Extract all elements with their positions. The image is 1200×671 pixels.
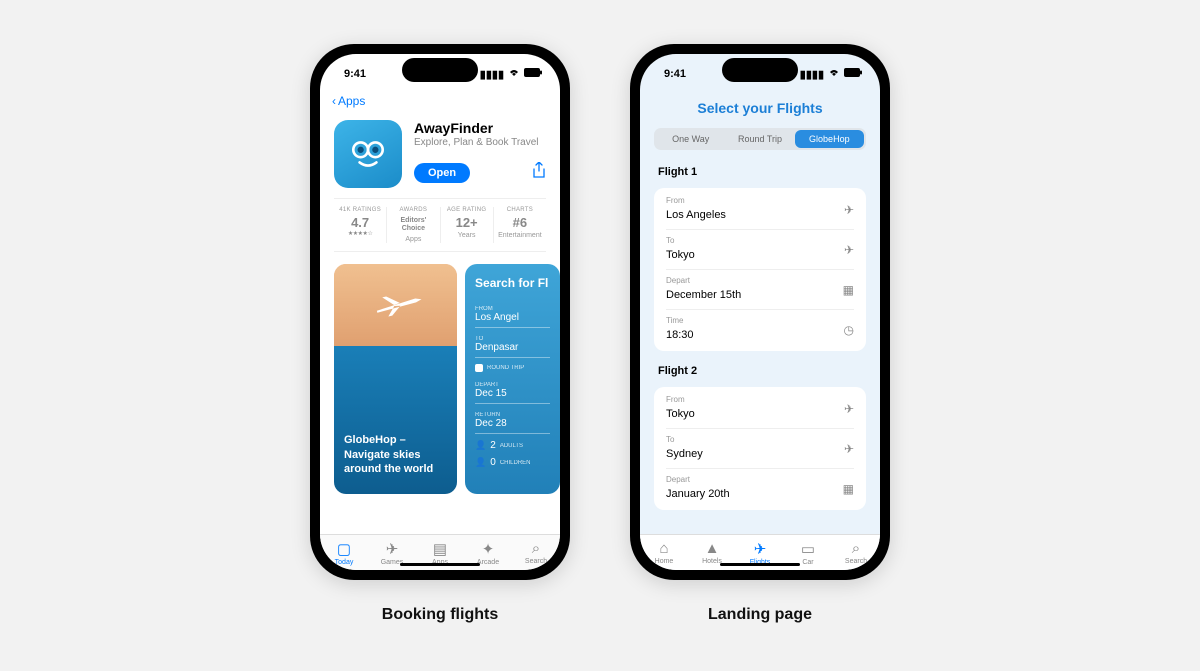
phone-appstore: 9:41 ▮▮▮▮ ‹ Apps AwayFinder Explore, Pla… (310, 44, 570, 580)
home-indicator[interactable] (400, 563, 480, 566)
back-label: Apps (338, 94, 365, 108)
app-name: AwayFinder (414, 120, 546, 136)
flight2-to[interactable]: ToSydney✈ (666, 429, 854, 469)
home-indicator[interactable] (720, 563, 800, 566)
status-icons: ▮▮▮▮ (800, 68, 862, 81)
open-button[interactable]: Open (414, 163, 470, 183)
notch (722, 58, 798, 82)
arcade-icon: ✦ (464, 540, 512, 558)
plane-depart-icon: ✈ (844, 203, 854, 217)
stat-awards[interactable]: AWARDS Editors' Choice Apps (387, 207, 440, 243)
flights-icon: ✈ (736, 540, 784, 558)
apps-icon: ▤ (416, 540, 464, 558)
status-time: 9:41 (344, 68, 366, 80)
battery-icon (524, 68, 542, 80)
share-icon[interactable] (532, 162, 546, 183)
flight1-to[interactable]: ToTokyo✈ (666, 230, 854, 270)
wifi-icon (828, 68, 840, 81)
app-subtitle: Explore, Plan & Book Travel (414, 137, 546, 148)
search-icon: ⌕ (512, 540, 560, 557)
seg-roundtrip[interactable]: Round Trip (725, 130, 794, 148)
calendar-icon: ▦ (843, 482, 854, 496)
flight1-time[interactable]: Time18:30◷ (666, 310, 854, 349)
wifi-icon (508, 68, 520, 81)
flight1-card: FromLos Angeles✈ ToTokyo✈ DepartDecember… (654, 188, 866, 351)
signal-icon: ▮▮▮▮ (480, 68, 504, 81)
flight2-from[interactable]: FromTokyo✈ (666, 389, 854, 429)
plane-arrive-icon: ✈ (844, 243, 854, 257)
person-icon: 👤 (475, 457, 486, 468)
notch (402, 58, 478, 82)
page-title: Select your Flights (640, 94, 880, 128)
flight1-depart[interactable]: DepartDecember 15th▦ (666, 270, 854, 310)
tab-search[interactable]: ⌕Search (512, 535, 560, 570)
clock-icon: ◷ (844, 323, 854, 337)
flight2-card: FromTokyo✈ ToSydney✈ DepartJanuary 20th▦ (654, 387, 866, 510)
app-header: AwayFinder Explore, Plan & Book Travel O… (320, 114, 560, 198)
check-icon (475, 364, 483, 372)
flight2-label: Flight 2 (640, 359, 880, 383)
hotel-icon: ▲ (688, 540, 736, 557)
flight2-depart[interactable]: DepartJanuary 20th▦ (666, 469, 854, 508)
tab-home[interactable]: ⌂Home (640, 535, 688, 570)
today-icon: ▢ (320, 540, 368, 558)
car-icon: ▭ (784, 540, 832, 558)
person-icon: 👤 (475, 440, 486, 451)
caption-right: Landing page (708, 606, 812, 624)
plane-depart-icon: ✈ (844, 402, 854, 416)
home-icon: ⌂ (640, 540, 688, 557)
segment-control: One Way Round Trip GlobeHop (654, 128, 866, 150)
caption-left: Booking flights (382, 606, 498, 624)
seg-globehop[interactable]: GlobeHop (795, 130, 864, 148)
rocket-icon: ✈ (368, 540, 416, 558)
stat-charts[interactable]: CHARTS #6 Entertainment (494, 207, 546, 243)
signal-icon: ▮▮▮▮ (800, 68, 824, 81)
plane-arrive-icon: ✈ (844, 442, 854, 456)
battery-icon (844, 68, 862, 80)
screenshots[interactable]: GlobeHop – Navigate skies around the wor… (320, 252, 560, 534)
screenshot-1-caption: GlobeHop – Navigate skies around the wor… (344, 433, 447, 476)
stat-age[interactable]: AGE RATING 12+ Years (441, 207, 494, 243)
tab-today[interactable]: ▢Today (320, 535, 368, 570)
flight1-from[interactable]: FromLos Angeles✈ (666, 190, 854, 230)
screenshot-2[interactable]: Search for Fl FROMLos Angel TODenpasar R… (465, 264, 560, 494)
tab-search[interactable]: ⌕Search (832, 535, 880, 570)
chevron-left-icon: ‹ (332, 94, 336, 108)
status-icons: ▮▮▮▮ (480, 68, 542, 81)
seg-oneway[interactable]: One Way (656, 130, 725, 148)
search-icon: ⌕ (832, 540, 880, 557)
stats-row: 41K RATINGS 4.7 ★★★★☆ AWARDS Editors' Ch… (334, 198, 546, 252)
calendar-icon: ▦ (843, 283, 854, 297)
status-time: 9:41 (664, 68, 686, 80)
stat-ratings[interactable]: 41K RATINGS 4.7 ★★★★☆ (334, 207, 387, 243)
flight1-label: Flight 1 (640, 160, 880, 184)
screenshot-1[interactable]: GlobeHop – Navigate skies around the wor… (334, 264, 457, 494)
back-button[interactable]: ‹ Apps (320, 94, 560, 114)
phone-landing: 9:41 ▮▮▮▮ Select your Flights One Way Ro… (630, 44, 890, 580)
app-icon[interactable] (334, 120, 402, 188)
